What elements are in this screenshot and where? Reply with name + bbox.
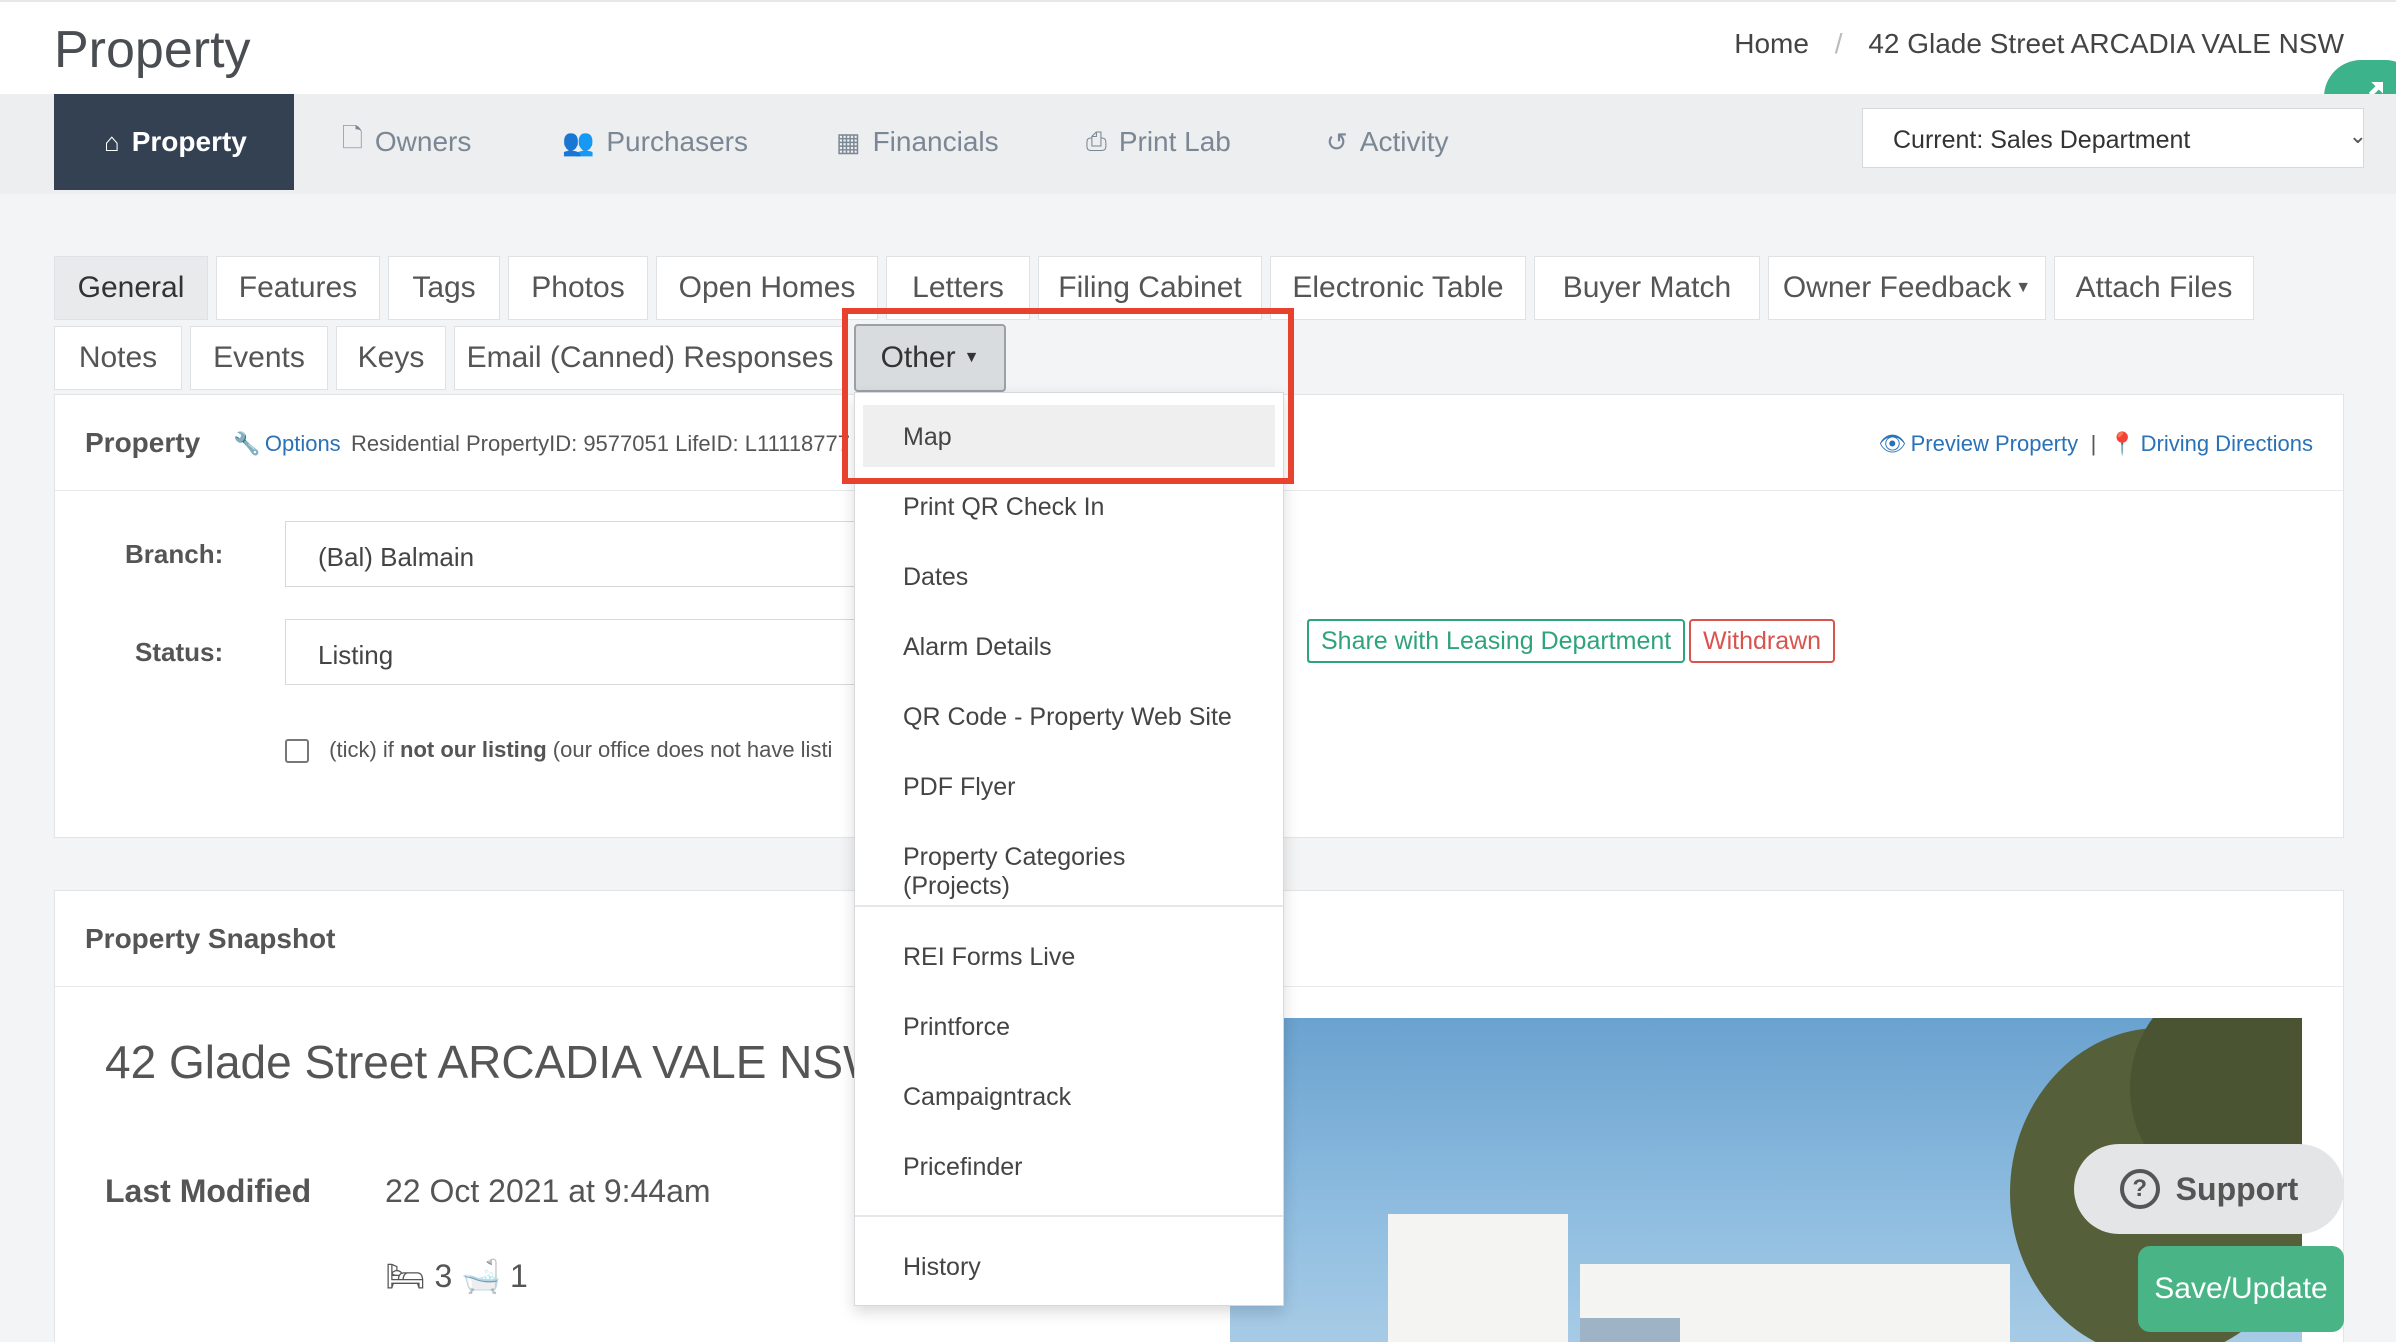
menu-item-qr-code-web-site[interactable]: QR Code - Property Web Site bbox=[855, 685, 1283, 747]
support-button[interactable]: ? Support bbox=[2074, 1144, 2344, 1234]
last-modified-label: Last Modified bbox=[105, 1173, 312, 1209]
map-marker-icon: 📍 bbox=[2108, 431, 2137, 456]
breadcrumb: Home / 42 Glade Street ARCADIA VALE NSW bbox=[1734, 28, 2344, 60]
tab-owners-label: Owners bbox=[374, 126, 472, 157]
panel-links: 👁 Preview Property | 📍 Driving Direction… bbox=[1878, 431, 2313, 457]
building-window bbox=[1580, 1318, 1680, 1342]
tab-property-label: Property bbox=[131, 126, 247, 157]
menu-item-alarm-details[interactable]: Alarm Details bbox=[855, 615, 1283, 677]
users-icon: 👥 bbox=[562, 126, 595, 157]
status-select[interactable]: Listing bbox=[285, 619, 905, 685]
calculator-icon: ▦ bbox=[836, 126, 861, 157]
tab-activity[interactable]: ↺ Activity bbox=[1326, 94, 1448, 190]
tab-owners[interactable]: 🗋 Owners bbox=[342, 94, 471, 190]
share-leasing-button[interactable]: Share with Leasing Department bbox=[1307, 619, 1686, 663]
menu-item-pricefinder[interactable]: Pricefinder bbox=[855, 1135, 1283, 1197]
bed-icon: 🛏 bbox=[385, 1258, 426, 1294]
preview-property-link[interactable]: Preview Property bbox=[1911, 431, 2079, 456]
subtab-features[interactable]: Features bbox=[216, 256, 380, 320]
menu-item-print-qr-check-in[interactable]: Print QR Check In bbox=[855, 475, 1283, 537]
subtab-buyer-match[interactable]: Buyer Match bbox=[1534, 256, 1760, 320]
room-counts: 🛏 3 🛁 1 bbox=[385, 1257, 528, 1295]
page-title: Property bbox=[54, 21, 251, 79]
tab-property[interactable]: ⌂ Property bbox=[54, 94, 294, 190]
subtab-photos[interactable]: Photos bbox=[508, 256, 648, 320]
question-icon: ? bbox=[2119, 1169, 2160, 1209]
snapshot-address: 42 Glade Street ARCADIA VALE NSW bbox=[105, 1036, 887, 1088]
not-listing-prefix: (tick) if bbox=[329, 737, 394, 762]
subtab-electronic-table[interactable]: Electronic Table bbox=[1270, 256, 1526, 320]
property-meta: Residential PropertyID: 9577051 LifeID: … bbox=[351, 431, 850, 456]
highlight-box bbox=[842, 308, 1294, 484]
chevron-down-icon: ⌄ bbox=[2348, 123, 2367, 148]
menu-item-printforce[interactable]: Printforce bbox=[855, 995, 1283, 1057]
menu-divider bbox=[855, 905, 1283, 907]
support-label: Support bbox=[2175, 1170, 2299, 1207]
subtab-notes[interactable]: Notes bbox=[54, 326, 182, 390]
subtab-general[interactable]: General bbox=[54, 256, 208, 320]
menu-item-history[interactable]: History bbox=[855, 1235, 1283, 1297]
page-header: Property Home / 42 Glade Street ARCADIA … bbox=[0, 0, 2396, 94]
bath-icon: 🛁 bbox=[461, 1258, 502, 1294]
bed-count: 3 bbox=[434, 1258, 453, 1294]
subtab-attach-files[interactable]: Attach Files bbox=[2054, 256, 2254, 320]
subtab-owner-feedback-label: Owner Feedback bbox=[1782, 271, 2012, 304]
not-our-listing-row: (tick) if not our listing (our office do… bbox=[285, 737, 833, 764]
tab-financials-label: Financials bbox=[872, 126, 999, 157]
building-wall-left bbox=[1388, 1214, 1568, 1342]
wrench-icon: 🔧 bbox=[233, 431, 261, 456]
department-select[interactable]: Current: Sales Department ⌄ bbox=[1862, 108, 2367, 168]
menu-item-campaigntrack[interactable]: Campaigntrack bbox=[855, 1065, 1283, 1127]
breadcrumb-current: 42 Glade Street ARCADIA VALE NSW bbox=[1868, 28, 2344, 59]
tab-print-lab[interactable]: ⎙ Print Lab bbox=[1086, 94, 1231, 190]
tab-purchasers[interactable]: 👥 Purchasers bbox=[562, 94, 748, 190]
subtab-keys[interactable]: Keys bbox=[336, 326, 446, 390]
caret-down-icon: ▼ bbox=[2015, 279, 2032, 296]
home-icon: ⌂ bbox=[104, 126, 120, 157]
status-label: Status: bbox=[135, 637, 224, 667]
property-panel-title: Property bbox=[85, 427, 201, 458]
branch-label: Branch: bbox=[125, 539, 224, 569]
breadcrumb-separator: / bbox=[1834, 28, 1843, 59]
eye-icon: 👁 bbox=[1878, 431, 1907, 456]
subtab-email-canned-responses[interactable]: Email (Canned) Responses bbox=[454, 326, 846, 390]
bath-count: 1 bbox=[509, 1258, 528, 1294]
tab-print-lab-label: Print Lab bbox=[1118, 126, 1231, 157]
print-icon: ⎙ bbox=[1086, 126, 1107, 156]
snapshot-title: Property Snapshot bbox=[85, 923, 336, 954]
branch-select[interactable]: (Bal) Balmain bbox=[285, 521, 905, 587]
tab-purchasers-label: Purchasers bbox=[606, 126, 748, 157]
menu-item-pdf-flyer[interactable]: PDF Flyer bbox=[855, 755, 1283, 817]
history-icon: ↺ bbox=[1326, 126, 1348, 157]
options-link[interactable]: 🔧 Options bbox=[233, 431, 341, 457]
other-dropdown-menu: Map Print QR Check In Dates Alarm Detail… bbox=[854, 392, 1284, 1306]
not-listing-suffix: (our office does not have listi bbox=[552, 737, 833, 762]
not-our-listing-checkbox[interactable] bbox=[285, 739, 309, 764]
breadcrumb-home[interactable]: Home bbox=[1734, 28, 1809, 59]
not-listing-bold: not our listing bbox=[400, 737, 547, 762]
options-label: Options bbox=[264, 431, 341, 456]
file-icon: 🗋 bbox=[342, 123, 363, 153]
subtab-events[interactable]: Events bbox=[190, 326, 328, 390]
department-select-value: Current: Sales Department bbox=[1893, 126, 2191, 154]
link-divider: | bbox=[2090, 431, 2097, 456]
withdrawn-button[interactable]: Withdrawn bbox=[1689, 619, 1836, 663]
menu-item-rei-forms-live[interactable]: REI Forms Live bbox=[855, 925, 1283, 987]
driving-directions-link[interactable]: Driving Directions bbox=[2141, 431, 2313, 456]
subtab-owner-feedback[interactable]: Owner Feedback ▼ bbox=[1768, 256, 2046, 320]
menu-item-property-categories[interactable]: Property Categories (Projects) bbox=[855, 825, 1283, 900]
save-update-button[interactable]: Save/Update bbox=[2138, 1246, 2344, 1332]
last-modified-value: 22 Oct 2021 at 9:44am bbox=[385, 1173, 711, 1209]
tab-activity-label: Activity bbox=[1359, 126, 1449, 157]
subtab-tags[interactable]: Tags bbox=[388, 256, 500, 320]
tab-financials[interactable]: ▦ Financials bbox=[836, 94, 999, 190]
menu-item-dates[interactable]: Dates bbox=[855, 545, 1283, 607]
menu-divider bbox=[855, 1215, 1283, 1217]
